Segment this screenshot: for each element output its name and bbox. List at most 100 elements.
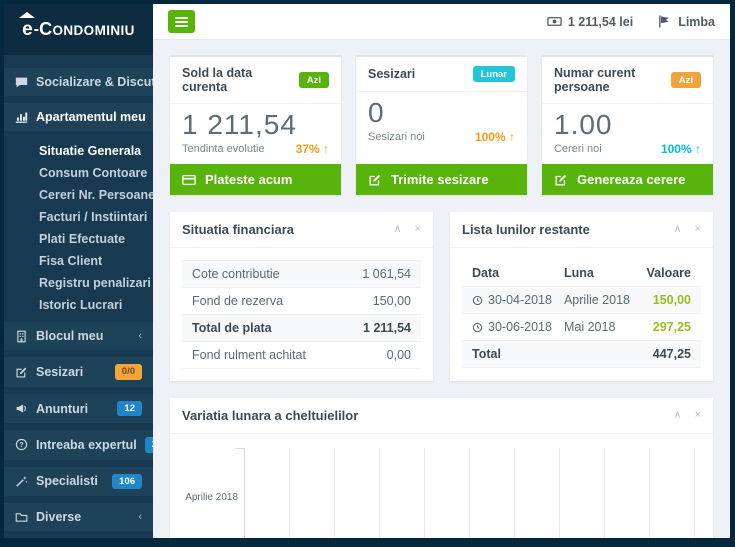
submenu-item-facturi-instiintari[interactable]: Facturi / Instiintari [4, 206, 153, 228]
gridline [514, 448, 515, 538]
gridline [334, 448, 335, 538]
close-icon[interactable]: × [695, 224, 701, 235]
sidebar-item-socializare[interactable]: Socializare & Discutii [4, 68, 153, 96]
card-value: 0 [368, 97, 515, 129]
panel-title: Lista lunilor restante [462, 222, 590, 237]
submenu-item-fisa-client[interactable]: Fisa Client [4, 250, 153, 272]
period-badge: Azi [299, 72, 329, 88]
sidebar-item-label: Anunturi [36, 402, 88, 416]
panel-title: Situatia financiara [182, 222, 294, 237]
question-circle-icon: ? [15, 438, 28, 451]
gridline [289, 448, 290, 538]
arrow-up-icon: ↑ [509, 130, 515, 144]
card-sub-label: Cereri noi [554, 143, 602, 155]
language-label: Limba [678, 15, 715, 29]
sidebar: e-Condominiu Socializare & Discutii Apar… [4, 4, 153, 538]
months-table: Data Luna Valoare 30-04-2018 Aprilie 201… [462, 260, 701, 368]
chart-panel: Variatia lunara a cheltuielilor ∧ × Apri… [170, 398, 713, 538]
clock-icon [472, 295, 483, 306]
stat-cards-row: Sold la data curenta Azi 1 211,54 Tendin… [170, 55, 713, 195]
submenu-item-situatie-generala[interactable]: Situatie Generala [4, 140, 153, 162]
card-value: 1.00 [554, 109, 701, 141]
gridline [424, 448, 425, 538]
app-window: e-Condominiu Socializare & Discutii Apar… [0, 0, 735, 547]
arrow-up-icon: ↑ [695, 142, 701, 156]
submenu-item-consum-contoare[interactable]: Consum Contoare [4, 162, 153, 184]
balance-value: 1 211,54 lei [568, 15, 633, 29]
credit-card-icon [182, 173, 196, 187]
page-content: Sold la data curenta Azi 1 211,54 Tendin… [153, 40, 730, 538]
collapse-icon[interactable]: ∧ [674, 224, 682, 235]
pencil-square-icon [15, 366, 28, 379]
genereaza-cerere-button[interactable]: Genereaza cerere [542, 164, 713, 195]
card-title: Numar curent persoane [554, 66, 671, 94]
sidebar-toggle-button[interactable] [168, 10, 195, 33]
svg-text:?: ? [19, 442, 23, 449]
gridline [559, 448, 560, 538]
topbar-right: 1 211,54 lei Limba [547, 14, 715, 29]
specialisti-count-badge: 106 [112, 474, 142, 489]
submenu-item-registru-penalizari[interactable]: Registru penalizari [4, 272, 153, 294]
clock-icon [472, 322, 483, 333]
card-sesizari: Sesizari Lunar 0 Sesizari noi 100% ↑ [356, 55, 527, 195]
table-row: Fond de rezerva150,00 [182, 288, 421, 315]
sidebar-item-diverse[interactable]: Diverse ‹ [4, 503, 153, 531]
topbar: 1 211,54 lei Limba [153, 4, 730, 40]
financial-table: Cote contributie1 061,54 Fond de rezerva… [182, 260, 421, 369]
trend-value: 100% ↑ [475, 130, 515, 144]
anunturi-count-badge: 12 [117, 401, 142, 416]
sidebar-item-specialisti[interactable]: Specialisti 106 [4, 467, 153, 496]
close-icon[interactable]: × [415, 224, 421, 235]
months-panel: Lista lunilor restante ∧ × Data Luna Val… [450, 212, 713, 381]
period-badge: Azi [671, 72, 701, 88]
main-area: 1 211,54 lei Limba Sold la data curenta … [153, 4, 730, 538]
sidebar-item-label: Apartamentul meu [36, 110, 146, 124]
pencil-square-icon [554, 173, 568, 187]
plateste-acum-button[interactable]: Plateste acum [170, 164, 341, 195]
collapse-icon[interactable]: ∧ [394, 224, 402, 235]
chart-category-label: Aprilie 2018 [182, 492, 238, 503]
sidebar-submenu: Situatie Generala Consum Contoare Cereri… [4, 138, 153, 322]
submenu-item-cereri-nr-persoane[interactable]: Cereri Nr. Persoane [4, 184, 153, 206]
y-axis-line [244, 448, 245, 538]
card-sub-label: Tendinta evolutie [182, 143, 265, 155]
card-persoane: Numar curent persoane Azi 1.00 Cereri no… [542, 55, 713, 195]
table-row: 30-04-2018 Aprilie 2018 150,00 [462, 287, 701, 314]
panel-title: Variatia lunara a cheltuielilor [182, 408, 358, 423]
arrow-up-icon: ↑ [323, 142, 329, 156]
submenu-item-plati-efectuate[interactable]: Plati Efectuate [4, 228, 153, 250]
intreaba-count-badge: 24 [145, 437, 153, 452]
sidebar-item-blocul-meu[interactable]: Blocul meu ‹ [4, 322, 153, 350]
language-menu-item[interactable]: Limba [657, 14, 715, 29]
submenu-item-istoric-lucrari[interactable]: Istoric Lucrari [4, 294, 153, 316]
bar-chart: Aprilie 2018 [182, 434, 701, 538]
gridline [469, 448, 470, 538]
sidebar-item-sesizari[interactable]: Sesizari 0/0 [4, 357, 153, 386]
brand-name: Condominiu [39, 19, 135, 40]
pencil-square-icon [368, 173, 382, 187]
sidebar-item-anunturi[interactable]: Anunturi 12 [4, 394, 153, 423]
house-roof-icon [19, 12, 35, 18]
table-row: Cote contributie1 061,54 [182, 260, 421, 288]
trimite-sesizare-button[interactable]: Trimite sesizare [356, 164, 527, 195]
brand-logo[interactable]: e-Condominiu [4, 4, 153, 55]
announcement-icon [15, 402, 28, 415]
table-header-row: Data Luna Valoare [462, 260, 701, 287]
brand-e: e [22, 19, 33, 41]
close-icon[interactable]: × [695, 410, 701, 421]
card-sold: Sold la data curenta Azi 1 211,54 Tendin… [170, 55, 341, 195]
gridline [604, 448, 605, 538]
sidebar-item-intreaba-expertul[interactable]: ? Intreaba expertul 24 [4, 430, 153, 459]
sidebar-item-apartamentul-meu[interactable]: Apartamentul meu ▾ [4, 103, 153, 131]
balance-menu-item[interactable]: 1 211,54 lei [547, 14, 633, 29]
building-icon [15, 330, 28, 343]
collapse-icon[interactable]: ∧ [674, 410, 682, 421]
axis-tick [235, 448, 244, 449]
bar-chart-icon [15, 111, 28, 124]
magic-wand-icon [15, 475, 28, 488]
sidebar-item-label: Sesizari [36, 365, 83, 379]
chevron-left-icon: ‹ [138, 330, 142, 342]
gridline [379, 448, 380, 538]
sidebar-nav: Socializare & Discutii Apartamentul meu … [4, 55, 153, 538]
card-title: Sold la data curenta [182, 66, 299, 94]
